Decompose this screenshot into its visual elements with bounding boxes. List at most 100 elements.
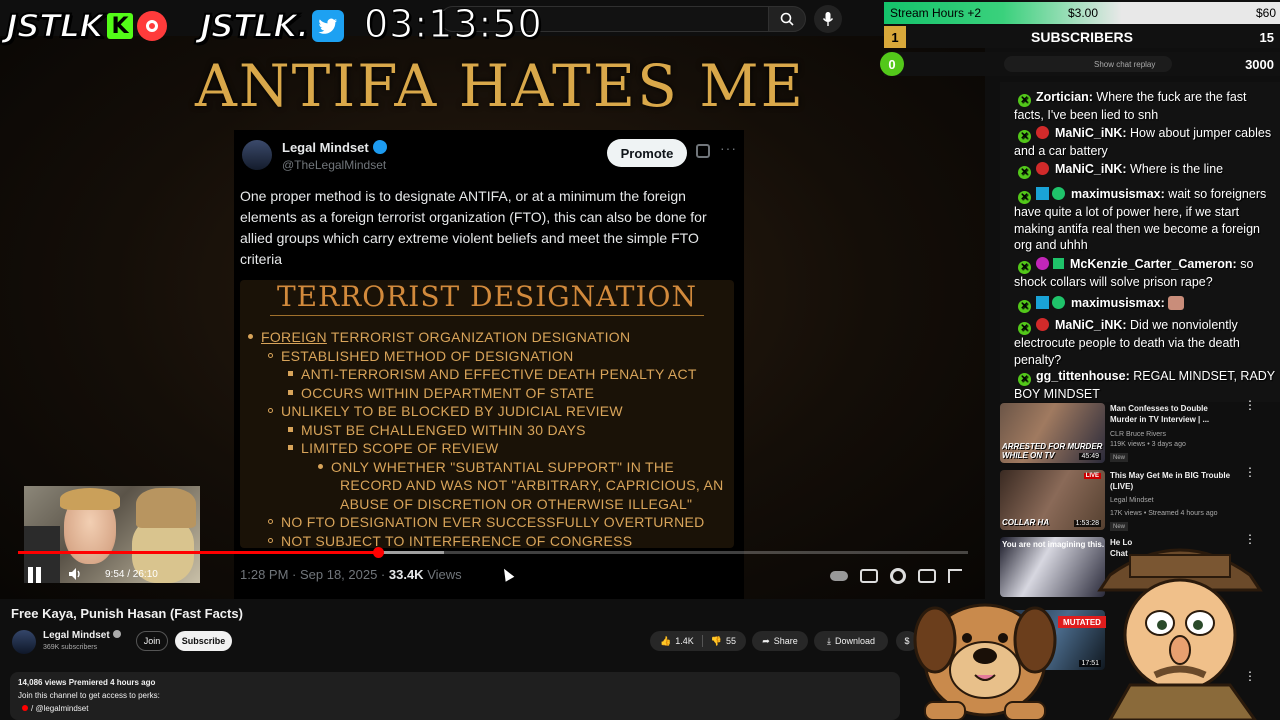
slide-divider [270,315,704,316]
thumbs-down-icon[interactable]: 👎 [711,636,722,647]
slide-bullet-text: TERRORIST ORGANIZATION DESIGNATION [326,329,631,345]
more-vert-icon[interactable]: ⋮ [1244,399,1256,411]
subscribe-button[interactable]: Subscribe [175,631,232,651]
rec-channel: CLR Bruce Rivers [1110,431,1167,438]
chat-message: ✕ maximusismax: wait so foreigners have q… [1014,187,1267,252]
stream-hours-goal: $60 [1255,6,1276,20]
miniplayer-button[interactable] [918,569,936,583]
dislike-count: 55 [725,636,736,646]
subtitles-button[interactable] [860,569,878,583]
recommended-video[interactable]: LIVE COLLAR HA 1:53:28 This May Get Me i… [1000,466,1280,531]
channel-link[interactable]: / @legalmindset [22,704,88,713]
share-button[interactable]: ➦ Share [752,631,808,651]
video-player[interactable]: ANTIFA HATES ME Legal Mindset @TheLegalM… [0,36,985,599]
like-dislike-group[interactable]: 👍 1.4K 👎 55 [650,631,746,651]
kick-chat-icon: ✕ [1018,261,1031,274]
live-badge: LIVE [1083,473,1101,479]
chat-message: ✕ Zortician: Where the fuck are the fast … [1014,90,1247,122]
chat-message: ✕ McKenzie_Carter_Cameron: so shock colla… [1014,257,1254,289]
slide-bullet-text: ONLY WHETHER "SUBTANTIAL SUPPORT" IN THE [331,458,674,475]
slide-bullet-text: RECORD AND WAS NOT "ARBITRARY, CAPRICIOU… [340,477,724,493]
webcam-puppet-hat [136,488,196,528]
slide-bullet-item: ABUSE OF DISCRETION OR OTHERWISE ILLEGAL… [248,495,734,514]
youtube-icon [22,705,28,711]
emote-icon [1168,296,1185,310]
badge-icon [1053,258,1064,269]
dog-mascot-overlay [913,603,1057,720]
voice-search-button[interactable] [814,5,842,33]
volume-button[interactable] [68,567,84,584]
fullscreen-icon[interactable] [948,569,962,583]
slide-bullet-item: RECORD AND WAS NOT "ARBITRARY, CAPRICIOU… [248,476,734,495]
tweet-author: Legal Mindset [282,140,387,155]
tweet-handle: @TheLegalMindset [282,158,387,172]
thumbs-up-icon[interactable]: 👍 [660,636,671,647]
player-right-controls [830,566,962,586]
kick-chat-icon: ✕ [1018,322,1031,335]
kick-icon: K [106,13,133,39]
slide-bullet-text: MUST BE CHALLENGED WITHIN 30 DAYS [301,421,586,438]
video-headline: ANTIFA HATES ME [195,52,805,120]
search-icon [780,12,794,26]
twitter-logo-overlay: JSTLK. [199,6,345,46]
rec-title[interactable]: Man Confesses to Double Murder in TV Int… [1110,403,1235,425]
tweet-card: Legal Mindset @TheLegalMindset Promote ·… [234,130,744,599]
slide-bullet-item: NO FTO DESIGNATION EVER SUCCESSFULLY OVE… [248,513,734,532]
recommended-video[interactable]: ARRESTED FOR MURDER WHILE ON TV 45:49 Ma… [1000,399,1280,463]
verified-icon [112,630,121,638]
slide-bullet-text: NO FTO DESIGNATION EVER SUCCESSFULLY OVE… [281,514,705,530]
bullet-icon [288,389,293,395]
pause-button[interactable] [28,567,44,583]
logo1-text: JSTLK [5,6,105,46]
slide-bullet-item: UNLIKELY TO BE BLOCKED BY JUDICIAL REVIE… [248,402,734,421]
video-title: Free Kaya, Punish Hasan (Fast Facts) [11,606,243,621]
time-display: 9:54 / 26:10 [105,569,158,580]
kick-chat-icon: ✕ [1018,300,1031,313]
join-button[interactable]: Join [136,631,168,651]
slide-bullet-item: ONLY WHETHER "SUBTANTIAL SUPPORT" IN THE [248,458,734,477]
kicks-value: 3000 [1245,56,1274,72]
share-icon: ➦ [762,635,770,646]
thumbnail-caption: COLLAR HA [1002,518,1050,527]
slide-bullet-item: OCCURS WITHIN DEPARTMENT OF STATE [248,384,734,403]
rec-title[interactable]: This May Get Me in BIG Trouble (LIVE) [1110,470,1235,492]
slide-bullet-underlined: FOREIGN [261,329,327,345]
subscribers-value: 15 [1259,29,1274,45]
slide-bullet-item: ANTI-TERRORISM AND EFFECTIVE DEATH PENAL… [248,365,734,384]
more-vert-icon[interactable]: ⋮ [1244,466,1256,478]
search-button[interactable] [768,6,806,32]
kick-chat-icon: ✕ [1018,373,1031,386]
tweet-body: One proper method is to designate ANTIFA… [240,188,707,267]
subscribers-label: SUBSCRIBERS [1031,29,1133,45]
download-button[interactable]: ⤓ Download [814,631,888,651]
slide-image: TERRORIST DESIGNATION FOREIGN TERRORIST … [240,280,734,548]
slide-bullet-item: ESTABLISHED METHOD OF DESIGNATION [248,347,734,366]
video-thumbnail[interactable]: ARRESTED FOR MURDER WHILE ON TV 45:49 [1000,403,1105,463]
rec-channel: Legal Mindset [1110,497,1154,504]
stream-hours-label: Stream Hours +2 [890,6,982,20]
badge-icon [1036,257,1049,270]
kick-chat-icon: ✕ [1018,191,1031,204]
progress-buffered [377,551,445,554]
slide-bullet-item: NOT SUBJECT TO INTERFERENCE OF CONGRESS [248,532,734,548]
autoplay-toggle[interactable] [830,571,848,581]
kick-chat-icon: ✕ [1018,166,1031,179]
settings-gear-icon[interactable] [890,568,906,584]
channel-avatar[interactable] [12,630,36,654]
stream-hours-row: Stream Hours +2 $3.00 $60 [884,2,1280,24]
tweet-avatar [242,140,272,170]
progress-scrubber[interactable] [372,547,384,558]
badge-icon [1036,296,1049,309]
channel-name[interactable]: Legal Mindset [43,630,121,641]
slide-bullet-item: MUST BE CHALLENGED WITHIN 30 DAYS [248,421,734,440]
bullet-icon [268,519,273,524]
bullet-icon [288,371,293,376]
thumbnail-caption: You are not imagining this. [1002,540,1105,549]
video-duration: 1:53:28 [1073,520,1101,527]
logo2-text: JSTLK. [199,6,310,46]
new-badge: New [1110,522,1128,531]
video-thumbnail[interactable]: LIVE COLLAR HA 1:53:28 [1000,470,1105,530]
badge-icon [1036,162,1049,175]
chat-message: ✕ MaNiC_iNK: Where is the line [1014,161,1276,179]
chat-replay-button[interactable]: Show chat replay [1004,56,1172,72]
